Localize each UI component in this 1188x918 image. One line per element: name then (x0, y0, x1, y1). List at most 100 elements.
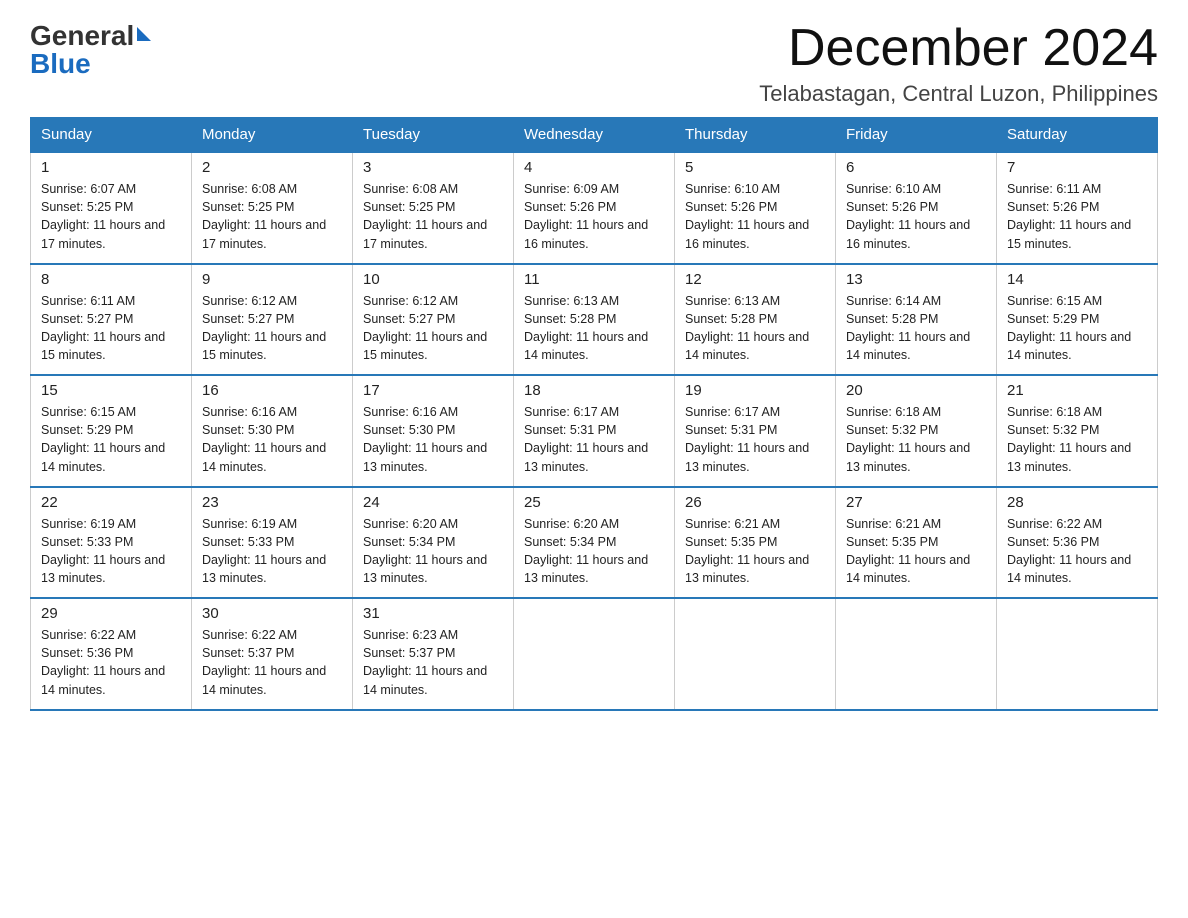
calendar-cell: 30 Sunrise: 6:22 AM Sunset: 5:37 PM Dayl… (192, 598, 353, 710)
day-info: Sunrise: 6:20 AM Sunset: 5:34 PM Dayligh… (524, 515, 664, 588)
sunrise-label: Sunrise: 6:21 AM (846, 517, 941, 531)
sunset-label: Sunset: 5:35 PM (846, 535, 938, 549)
calendar-cell: 20 Sunrise: 6:18 AM Sunset: 5:32 PM Dayl… (836, 375, 997, 487)
sunrise-label: Sunrise: 6:08 AM (363, 182, 458, 196)
sunset-label: Sunset: 5:34 PM (363, 535, 455, 549)
day-number: 30 (202, 605, 342, 622)
day-info: Sunrise: 6:17 AM Sunset: 5:31 PM Dayligh… (524, 403, 664, 476)
daylight-label: Daylight: 11 hours and 13 minutes. (202, 553, 326, 585)
header-friday: Friday (836, 118, 997, 153)
sunrise-label: Sunrise: 6:13 AM (685, 294, 780, 308)
logo-blue-text: Blue (30, 48, 91, 79)
day-info: Sunrise: 6:07 AM Sunset: 5:25 PM Dayligh… (41, 180, 181, 253)
day-number: 1 (41, 159, 181, 176)
sunset-label: Sunset: 5:29 PM (1007, 312, 1099, 326)
weekday-header-row: Sunday Monday Tuesday Wednesday Thursday… (31, 118, 1158, 153)
sunrise-label: Sunrise: 6:16 AM (202, 405, 297, 419)
calendar-cell: 25 Sunrise: 6:20 AM Sunset: 5:34 PM Dayl… (514, 487, 675, 599)
calendar-cell: 15 Sunrise: 6:15 AM Sunset: 5:29 PM Dayl… (31, 375, 192, 487)
day-info: Sunrise: 6:08 AM Sunset: 5:25 PM Dayligh… (202, 180, 342, 253)
page-header: General Blue December 2024 Telabastagan,… (30, 20, 1158, 107)
sunrise-label: Sunrise: 6:20 AM (524, 517, 619, 531)
day-number: 24 (363, 494, 503, 511)
day-info: Sunrise: 6:08 AM Sunset: 5:25 PM Dayligh… (363, 180, 503, 253)
day-info: Sunrise: 6:22 AM Sunset: 5:37 PM Dayligh… (202, 626, 342, 699)
sunrise-label: Sunrise: 6:11 AM (41, 294, 135, 308)
header-wednesday: Wednesday (514, 118, 675, 153)
day-number: 20 (846, 382, 986, 399)
day-info: Sunrise: 6:10 AM Sunset: 5:26 PM Dayligh… (846, 180, 986, 253)
daylight-label: Daylight: 11 hours and 14 minutes. (41, 441, 165, 473)
header-thursday: Thursday (675, 118, 836, 153)
calendar-cell: 19 Sunrise: 6:17 AM Sunset: 5:31 PM Dayl… (675, 375, 836, 487)
daylight-label: Daylight: 11 hours and 14 minutes. (846, 330, 970, 362)
header-sunday: Sunday (31, 118, 192, 153)
calendar-cell: 16 Sunrise: 6:16 AM Sunset: 5:30 PM Dayl… (192, 375, 353, 487)
sunrise-label: Sunrise: 6:11 AM (1007, 182, 1101, 196)
sunset-label: Sunset: 5:27 PM (41, 312, 133, 326)
header-monday: Monday (192, 118, 353, 153)
daylight-label: Daylight: 11 hours and 14 minutes. (846, 553, 970, 585)
calendar-cell (675, 598, 836, 710)
calendar-cell: 8 Sunrise: 6:11 AM Sunset: 5:27 PM Dayli… (31, 264, 192, 376)
calendar-table: Sunday Monday Tuesday Wednesday Thursday… (30, 117, 1158, 711)
sunrise-label: Sunrise: 6:22 AM (1007, 517, 1102, 531)
daylight-label: Daylight: 11 hours and 14 minutes. (363, 664, 487, 696)
sunset-label: Sunset: 5:33 PM (202, 535, 294, 549)
sunset-label: Sunset: 5:26 PM (524, 200, 616, 214)
sunset-label: Sunset: 5:36 PM (1007, 535, 1099, 549)
calendar-cell: 21 Sunrise: 6:18 AM Sunset: 5:32 PM Dayl… (997, 375, 1158, 487)
sunrise-label: Sunrise: 6:10 AM (846, 182, 941, 196)
calendar-cell: 10 Sunrise: 6:12 AM Sunset: 5:27 PM Dayl… (353, 264, 514, 376)
sunrise-label: Sunrise: 6:17 AM (524, 405, 619, 419)
day-info: Sunrise: 6:18 AM Sunset: 5:32 PM Dayligh… (846, 403, 986, 476)
day-number: 18 (524, 382, 664, 399)
sunset-label: Sunset: 5:26 PM (846, 200, 938, 214)
calendar-week-row-2: 8 Sunrise: 6:11 AM Sunset: 5:27 PM Dayli… (31, 264, 1158, 376)
daylight-label: Daylight: 11 hours and 15 minutes. (41, 330, 165, 362)
sunset-label: Sunset: 5:31 PM (685, 423, 777, 437)
calendar-cell: 7 Sunrise: 6:11 AM Sunset: 5:26 PM Dayli… (997, 152, 1158, 264)
calendar-cell: 14 Sunrise: 6:15 AM Sunset: 5:29 PM Dayl… (997, 264, 1158, 376)
daylight-label: Daylight: 11 hours and 13 minutes. (846, 441, 970, 473)
day-number: 29 (41, 605, 181, 622)
day-info: Sunrise: 6:09 AM Sunset: 5:26 PM Dayligh… (524, 180, 664, 253)
day-info: Sunrise: 6:22 AM Sunset: 5:36 PM Dayligh… (1007, 515, 1147, 588)
sunrise-label: Sunrise: 6:15 AM (41, 405, 136, 419)
calendar-cell: 2 Sunrise: 6:08 AM Sunset: 5:25 PM Dayli… (192, 152, 353, 264)
day-info: Sunrise: 6:23 AM Sunset: 5:37 PM Dayligh… (363, 626, 503, 699)
day-number: 9 (202, 271, 342, 288)
day-info: Sunrise: 6:19 AM Sunset: 5:33 PM Dayligh… (202, 515, 342, 588)
day-number: 22 (41, 494, 181, 511)
daylight-label: Daylight: 11 hours and 14 minutes. (524, 330, 648, 362)
sunset-label: Sunset: 5:28 PM (524, 312, 616, 326)
logo: General Blue (30, 20, 151, 80)
day-number: 3 (363, 159, 503, 176)
sunrise-label: Sunrise: 6:12 AM (363, 294, 458, 308)
daylight-label: Daylight: 11 hours and 13 minutes. (685, 553, 809, 585)
sunset-label: Sunset: 5:34 PM (524, 535, 616, 549)
day-info: Sunrise: 6:18 AM Sunset: 5:32 PM Dayligh… (1007, 403, 1147, 476)
daylight-label: Daylight: 11 hours and 13 minutes. (685, 441, 809, 473)
day-info: Sunrise: 6:12 AM Sunset: 5:27 PM Dayligh… (363, 292, 503, 365)
daylight-label: Daylight: 11 hours and 16 minutes. (524, 218, 648, 250)
sunset-label: Sunset: 5:29 PM (41, 423, 133, 437)
sunset-label: Sunset: 5:27 PM (363, 312, 455, 326)
sunset-label: Sunset: 5:33 PM (41, 535, 133, 549)
day-number: 2 (202, 159, 342, 176)
day-number: 12 (685, 271, 825, 288)
day-info: Sunrise: 6:12 AM Sunset: 5:27 PM Dayligh… (202, 292, 342, 365)
day-info: Sunrise: 6:10 AM Sunset: 5:26 PM Dayligh… (685, 180, 825, 253)
sunset-label: Sunset: 5:25 PM (363, 200, 455, 214)
sunrise-label: Sunrise: 6:22 AM (202, 628, 297, 642)
month-title: December 2024 (759, 20, 1158, 77)
day-number: 25 (524, 494, 664, 511)
daylight-label: Daylight: 11 hours and 14 minutes. (41, 664, 165, 696)
day-info: Sunrise: 6:13 AM Sunset: 5:28 PM Dayligh… (685, 292, 825, 365)
calendar-cell: 23 Sunrise: 6:19 AM Sunset: 5:33 PM Dayl… (192, 487, 353, 599)
daylight-label: Daylight: 11 hours and 14 minutes. (1007, 330, 1131, 362)
calendar-week-row-5: 29 Sunrise: 6:22 AM Sunset: 5:36 PM Dayl… (31, 598, 1158, 710)
daylight-label: Daylight: 11 hours and 15 minutes. (363, 330, 487, 362)
daylight-label: Daylight: 11 hours and 13 minutes. (524, 553, 648, 585)
sunset-label: Sunset: 5:25 PM (202, 200, 294, 214)
